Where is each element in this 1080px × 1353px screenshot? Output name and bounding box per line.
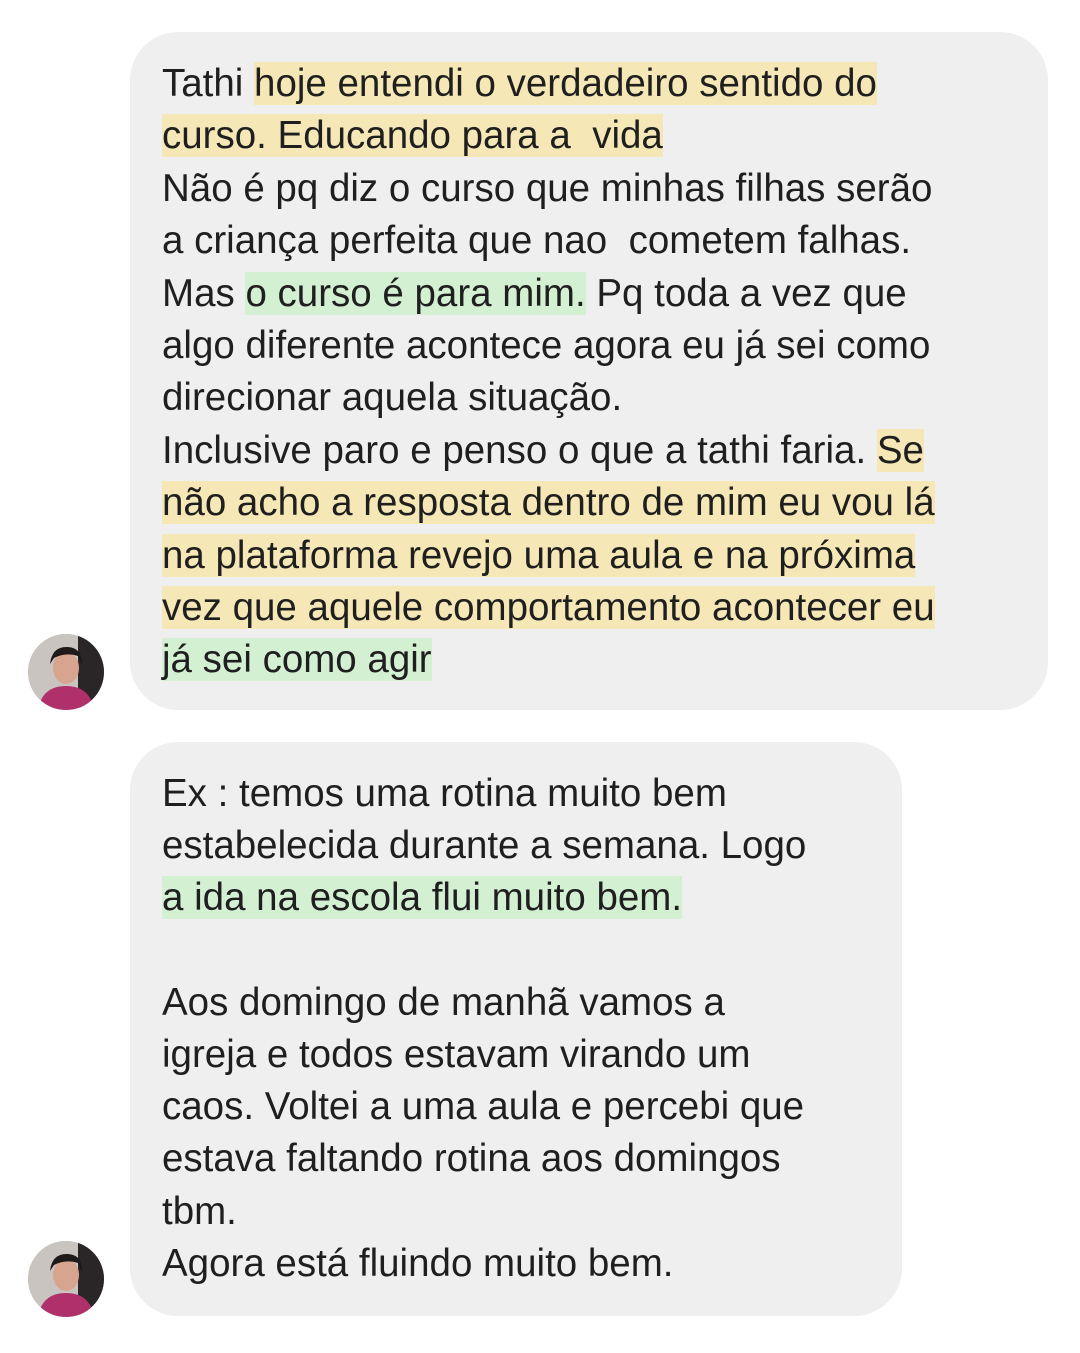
text-segment: Aos domingo de manhã vamos a: [162, 980, 725, 1024]
message-line: não acho a resposta dentro de mim eu vou…: [162, 477, 935, 529]
highlighted-text-yellow: vez que aquele comportamento acontecer e…: [162, 586, 935, 629]
message-line: estava faltando rotina aos domingos: [162, 1133, 781, 1185]
message-line: Ex : temos uma rotina muito bem: [162, 768, 727, 820]
text-segment: Inclusive paro e penso o que a tathi far…: [162, 428, 877, 472]
message-line: Agora está fluindo muito bem.: [162, 1238, 673, 1290]
text-segment: Pq toda a vez que: [585, 271, 907, 315]
text-segment: Tathi: [162, 62, 255, 105]
message-line: Não é pq diz o curso que minhas filhas s…: [162, 163, 932, 215]
text-segment: Não é pq diz o curso que minhas filhas s…: [162, 166, 933, 210]
highlighted-text-yellow: não acho a resposta dentro de mim eu vou…: [162, 481, 935, 525]
sender-avatar[interactable]: [28, 1241, 104, 1317]
message-line: direcionar aquela situação.: [162, 372, 622, 424]
text-segment: estabelecida durante a semana. Logo: [162, 824, 807, 868]
text-segment: tbm.: [162, 1189, 237, 1233]
message-line: Aos domingo de manhã vamos a: [162, 977, 725, 1029]
message-line: caos. Voltei a uma aula e percebi que: [162, 1081, 804, 1133]
message-line: na plataforma revejo uma aula e na próxi…: [162, 530, 916, 582]
text-segment: algo diferente acontece agora eu já sei …: [162, 324, 931, 367]
person-icon: [28, 1241, 104, 1317]
message-line: igreja e todos estavam virando um: [162, 1029, 751, 1081]
text-segment: estava faltando rotina aos domingos: [162, 1137, 781, 1181]
message-line: tbm.: [162, 1186, 237, 1238]
highlighted-text-yellow: Se: [876, 428, 924, 472]
highlighted-text-yellow: curso. Educando para a vida: [162, 114, 663, 158]
text-segment: Mas: [162, 271, 246, 315]
highlighted-text-green: a ida na escola flui muito bem.: [162, 876, 683, 920]
text-segment: igreja e todos estavam virando um: [162, 1033, 751, 1076]
message-line: Mas o curso é para mim. Pq toda a vez qu…: [162, 268, 907, 320]
sender-avatar[interactable]: [28, 634, 104, 710]
message-line: já sei como agir: [162, 634, 432, 686]
message-line: estabelecida durante a semana. Logo: [162, 820, 806, 872]
message-line: a ida na escola flui muito bem.: [162, 872, 683, 924]
message-line: vez que aquele comportamento acontecer e…: [162, 582, 935, 634]
highlighted-text-green: já sei como agir: [162, 638, 432, 682]
highlighted-text-green: o curso é para mim.: [245, 271, 586, 315]
person-icon: [28, 634, 104, 710]
text-segment: a criança perfeita que nao cometem falha…: [162, 219, 912, 263]
text-segment: Agora está fluindo muito bem.: [162, 1241, 674, 1285]
text-segment: Ex : temos uma rotina muito bem: [162, 772, 727, 815]
message-line: a criança perfeita que nao cometem falha…: [162, 215, 911, 267]
message-line: algo diferente acontece agora eu já sei …: [162, 320, 930, 372]
message-line: Tathi hoje entendi o verdadeiro sentido …: [162, 58, 877, 110]
text-segment: direcionar aquela situação.: [162, 376, 623, 420]
message-line: curso. Educando para a vida: [162, 110, 663, 162]
message-line: Inclusive paro e penso o que a tathi far…: [162, 425, 924, 477]
text-segment: caos. Voltei a uma aula e percebi que: [162, 1085, 805, 1129]
highlighted-text-yellow: na plataforma revejo uma aula e na próxi…: [162, 533, 916, 577]
highlighted-text-yellow: hoje entendi o verdadeiro sentido do: [254, 62, 877, 105]
